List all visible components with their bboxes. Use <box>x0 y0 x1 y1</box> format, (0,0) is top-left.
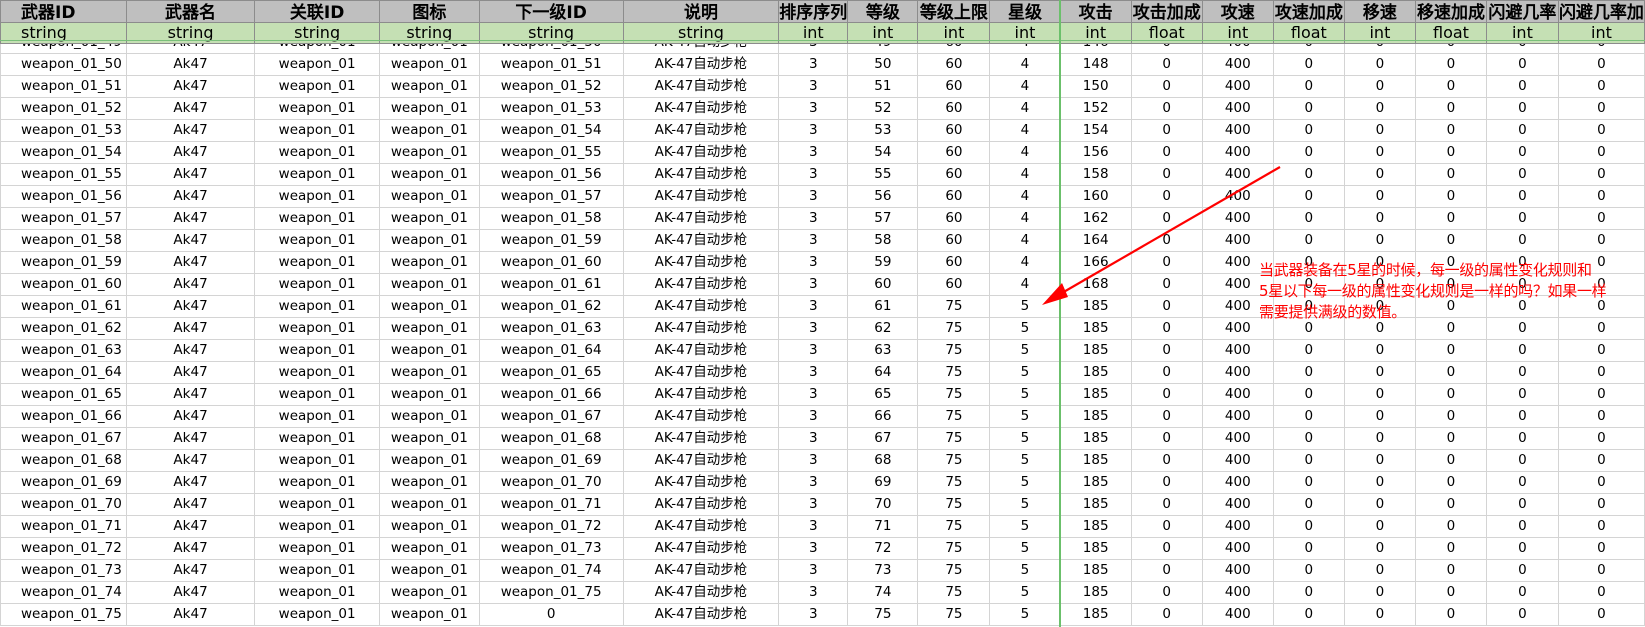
comment-line: 当武器装备在5星的时候，每一级的属性变化规则和 <box>1259 261 1592 279</box>
review-comment: 当武器装备在5星的时候，每一级的属性变化规则和 5星以下每一级的属性变化规则是一… <box>1259 260 1644 323</box>
comment-line: 需要提供满级的数值。 <box>1259 303 1407 321</box>
comment-line: 5星以下每一级的属性变化规则是一样的吗？如果一样 <box>1259 282 1607 300</box>
